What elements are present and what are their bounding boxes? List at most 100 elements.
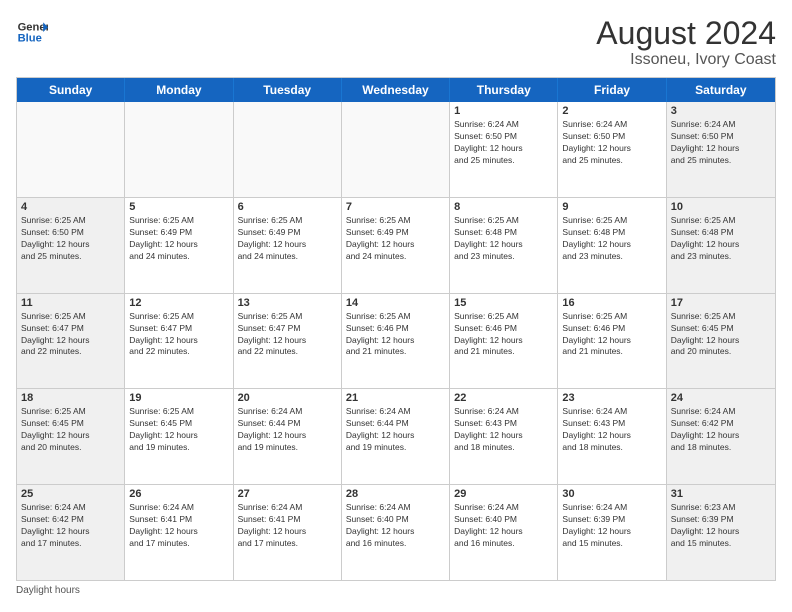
calendar-week: 18Sunrise: 6:25 AM Sunset: 6:45 PM Dayli… xyxy=(17,389,775,485)
calendar-cell: 27 Sunrise: 6:24 AM Sunset: 6:41 PM Dayli… xyxy=(234,485,342,580)
header: General Blue August 2024 Issoneu, Ivory … xyxy=(16,16,776,69)
day-info: Sunrise: 6:25 AM Sunset: 6:48 PM Dayligh… xyxy=(454,215,553,263)
day-number: 22 xyxy=(454,392,553,404)
calendar-cell xyxy=(17,102,125,197)
day-info: Sunrise: 6:25 AM Sunset: 6:45 PM Dayligh… xyxy=(21,406,120,454)
calendar-cell: 6Sunrise: 6:25 AM Sunset: 6:49 PM Daylig… xyxy=(234,198,342,293)
calendar-week: 11 Sunrise: 6:25 AM Sunset: 6:47 PM Dayli… xyxy=(17,294,775,390)
day-number: 28 xyxy=(346,488,445,500)
calendar-cell: 31 Sunrise: 6:23 AM Sunset: 6:39 PM Dayli… xyxy=(667,485,775,580)
day-info: Sunrise: 6:25 AM Sunset: 6:46 PM Dayligh… xyxy=(454,311,553,359)
day-number: 8 xyxy=(454,201,553,213)
calendar-week: 4 Sunrise: 6:25 AM Sunset: 6:50 PM Daylig… xyxy=(17,198,775,294)
day-info: Sunrise: 6:24 AM Sunset: 6:50 PM Dayligh… xyxy=(671,119,771,167)
calendar-header-cell: Wednesday xyxy=(342,78,450,102)
day-number: 19 xyxy=(129,392,228,404)
day-info: Sunrise: 6:24 AM Sunset: 6:43 PM Dayligh… xyxy=(454,406,553,454)
calendar-header-cell: Friday xyxy=(558,78,666,102)
calendar-header-cell: Thursday xyxy=(450,78,558,102)
day-info: Sunrise: 6:24 AM Sunset: 6:42 PM Dayligh… xyxy=(21,502,120,550)
day-number: 21 xyxy=(346,392,445,404)
calendar-cell: 25Sunrise: 6:24 AM Sunset: 6:42 PM Dayli… xyxy=(17,485,125,580)
day-info: Sunrise: 6:25 AM Sunset: 6:47 PM Dayligh… xyxy=(21,311,120,359)
day-info: Sunrise: 6:25 AM Sunset: 6:47 PM Dayligh… xyxy=(129,311,228,359)
calendar-cell: 26Sunrise: 6:24 AM Sunset: 6:41 PM Dayli… xyxy=(125,485,233,580)
day-number: 23 xyxy=(562,392,661,404)
day-info: Sunrise: 6:25 AM Sunset: 6:49 PM Dayligh… xyxy=(238,215,337,263)
footer: Daylight hours xyxy=(16,585,776,596)
day-number: 30 xyxy=(562,488,661,500)
calendar-cell: 22 Sunrise: 6:24 AM Sunset: 6:43 PM Dayli… xyxy=(450,389,558,484)
day-number: 31 xyxy=(671,488,771,500)
calendar-cell: 17Sunrise: 6:25 AM Sunset: 6:45 PM Dayli… xyxy=(667,294,775,389)
day-info: Sunrise: 6:25 AM Sunset: 6:46 PM Dayligh… xyxy=(562,311,661,359)
daylight-label: Daylight hours xyxy=(16,585,80,596)
main-title: August 2024 xyxy=(596,16,776,51)
day-info: Sunrise: 6:25 AM Sunset: 6:48 PM Dayligh… xyxy=(671,215,771,263)
calendar-header-cell: Saturday xyxy=(667,78,775,102)
day-number: 2 xyxy=(562,105,661,117)
calendar-body: 1Sunrise: 6:24 AM Sunset: 6:50 PM Daylig… xyxy=(17,102,775,580)
calendar-cell: 16 Sunrise: 6:25 AM Sunset: 6:46 PM Dayli… xyxy=(558,294,666,389)
day-number: 7 xyxy=(346,201,445,213)
day-info: Sunrise: 6:25 AM Sunset: 6:50 PM Dayligh… xyxy=(21,215,120,263)
calendar-week: 25Sunrise: 6:24 AM Sunset: 6:42 PM Dayli… xyxy=(17,485,775,580)
calendar-cell: 9 Sunrise: 6:25 AM Sunset: 6:48 PM Daylig… xyxy=(558,198,666,293)
calendar-header-cell: Tuesday xyxy=(234,78,342,102)
calendar-cell: 14Sunrise: 6:25 AM Sunset: 6:46 PM Dayli… xyxy=(342,294,450,389)
title-block: August 2024 Issoneu, Ivory Coast xyxy=(596,16,776,69)
calendar-cell: 19Sunrise: 6:25 AM Sunset: 6:45 PM Dayli… xyxy=(125,389,233,484)
day-number: 26 xyxy=(129,488,228,500)
day-info: Sunrise: 6:25 AM Sunset: 6:49 PM Dayligh… xyxy=(129,215,228,263)
day-number: 3 xyxy=(671,105,771,117)
day-number: 13 xyxy=(238,297,337,309)
calendar-cell: 1Sunrise: 6:24 AM Sunset: 6:50 PM Daylig… xyxy=(450,102,558,197)
day-number: 12 xyxy=(129,297,228,309)
day-number: 10 xyxy=(671,201,771,213)
day-number: 27 xyxy=(238,488,337,500)
calendar-cell: 4 Sunrise: 6:25 AM Sunset: 6:50 PM Daylig… xyxy=(17,198,125,293)
day-number: 15 xyxy=(454,297,553,309)
svg-text:Blue: Blue xyxy=(18,33,42,45)
day-info: Sunrise: 6:24 AM Sunset: 6:39 PM Dayligh… xyxy=(562,502,661,550)
day-info: Sunrise: 6:25 AM Sunset: 6:48 PM Dayligh… xyxy=(562,215,661,263)
day-number: 5 xyxy=(129,201,228,213)
day-number: 11 xyxy=(21,297,120,309)
calendar-header-cell: Sunday xyxy=(17,78,125,102)
calendar-cell: 21Sunrise: 6:24 AM Sunset: 6:44 PM Dayli… xyxy=(342,389,450,484)
day-number: 29 xyxy=(454,488,553,500)
calendar: SundayMondayTuesdayWednesdayThursdayFrid… xyxy=(16,77,776,581)
day-info: Sunrise: 6:23 AM Sunset: 6:39 PM Dayligh… xyxy=(671,502,771,550)
calendar-cell: 5 Sunrise: 6:25 AM Sunset: 6:49 PM Daylig… xyxy=(125,198,233,293)
day-info: Sunrise: 6:24 AM Sunset: 6:43 PM Dayligh… xyxy=(562,406,661,454)
calendar-cell: 2 Sunrise: 6:24 AM Sunset: 6:50 PM Daylig… xyxy=(558,102,666,197)
logo: General Blue xyxy=(16,16,50,48)
day-number: 16 xyxy=(562,297,661,309)
logo-icon: General Blue xyxy=(16,16,48,48)
calendar-cell: 18Sunrise: 6:25 AM Sunset: 6:45 PM Dayli… xyxy=(17,389,125,484)
calendar-cell xyxy=(234,102,342,197)
calendar-cell: 12 Sunrise: 6:25 AM Sunset: 6:47 PM Dayli… xyxy=(125,294,233,389)
day-info: Sunrise: 6:24 AM Sunset: 6:50 PM Dayligh… xyxy=(562,119,661,167)
day-info: Sunrise: 6:24 AM Sunset: 6:40 PM Dayligh… xyxy=(346,502,445,550)
calendar-cell: 29 Sunrise: 6:24 AM Sunset: 6:40 PM Dayli… xyxy=(450,485,558,580)
calendar-cell xyxy=(342,102,450,197)
day-info: Sunrise: 6:24 AM Sunset: 6:41 PM Dayligh… xyxy=(238,502,337,550)
day-info: Sunrise: 6:25 AM Sunset: 6:49 PM Dayligh… xyxy=(346,215,445,263)
day-number: 4 xyxy=(21,201,120,213)
day-info: Sunrise: 6:24 AM Sunset: 6:44 PM Dayligh… xyxy=(238,406,337,454)
day-info: Sunrise: 6:24 AM Sunset: 6:50 PM Dayligh… xyxy=(454,119,553,167)
calendar-cell: 24Sunrise: 6:24 AM Sunset: 6:42 PM Dayli… xyxy=(667,389,775,484)
day-info: Sunrise: 6:25 AM Sunset: 6:47 PM Dayligh… xyxy=(238,311,337,359)
day-number: 24 xyxy=(671,392,771,404)
subtitle: Issoneu, Ivory Coast xyxy=(596,51,776,69)
day-info: Sunrise: 6:24 AM Sunset: 6:40 PM Dayligh… xyxy=(454,502,553,550)
day-number: 17 xyxy=(671,297,771,309)
calendar-cell: 10 Sunrise: 6:25 AM Sunset: 6:48 PM Dayli… xyxy=(667,198,775,293)
calendar-cell: 7 Sunrise: 6:25 AM Sunset: 6:49 PM Daylig… xyxy=(342,198,450,293)
calendar-cell: 28 Sunrise: 6:24 AM Sunset: 6:40 PM Dayli… xyxy=(342,485,450,580)
calendar-cell: 15 Sunrise: 6:25 AM Sunset: 6:46 PM Dayli… xyxy=(450,294,558,389)
day-number: 9 xyxy=(562,201,661,213)
day-number: 20 xyxy=(238,392,337,404)
calendar-cell: 20 Sunrise: 6:24 AM Sunset: 6:44 PM Dayli… xyxy=(234,389,342,484)
